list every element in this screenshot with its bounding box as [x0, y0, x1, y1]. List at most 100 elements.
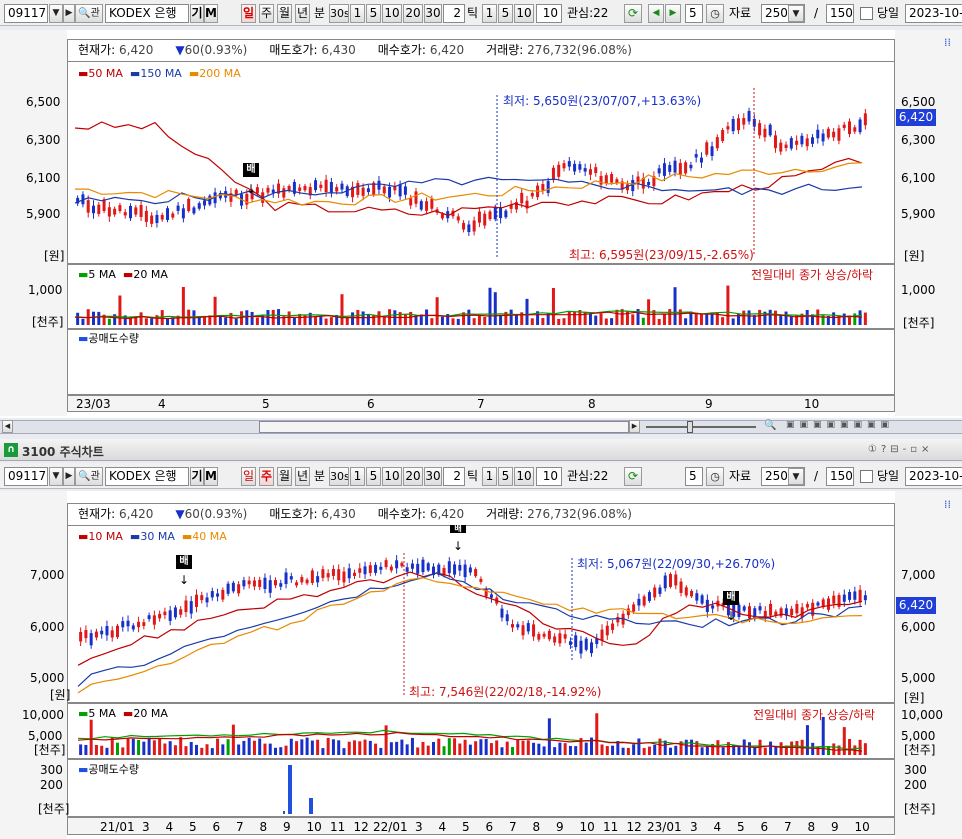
- volume-bar: [526, 740, 530, 755]
- candle-body: [84, 630, 88, 639]
- bottom-buy-mark-3: 배: [723, 591, 739, 605]
- candle-body: [184, 600, 188, 613]
- candle-body: [168, 610, 172, 621]
- volume-bar: [195, 744, 198, 755]
- volume-bar: [152, 740, 156, 755]
- volume-bar: [489, 743, 493, 755]
- volume-bar: [189, 742, 193, 755]
- volume-bar: [690, 739, 694, 755]
- bottom-unit-right: [원]: [904, 691, 925, 705]
- candle-body: [289, 576, 293, 580]
- volume-bar: [94, 744, 98, 755]
- volume-bar: [484, 738, 488, 755]
- bottom-ytick-left-1: 6,000: [30, 620, 65, 634]
- candle-body: [611, 623, 615, 630]
- volume-bar: [632, 744, 636, 755]
- volume-bar: [574, 746, 578, 755]
- volume-bar: [827, 746, 830, 755]
- candle-body: [647, 592, 651, 601]
- candle-body: [326, 573, 330, 578]
- x-tick-label: 12: [626, 820, 642, 834]
- candle-body: [337, 569, 341, 581]
- volume-bar: [532, 742, 536, 755]
- volume-bar: [205, 744, 209, 755]
- bottom-ytick-right-1: 6,000: [901, 620, 936, 634]
- candle-body: [410, 563, 414, 569]
- volume-bar: [410, 737, 414, 755]
- volume-bar: [721, 747, 725, 755]
- volume-bar: [216, 738, 220, 755]
- volume-bar: [368, 740, 372, 755]
- volume-bar: [442, 746, 446, 755]
- volume-bar: [147, 737, 151, 755]
- volume-bar: [158, 738, 162, 755]
- candle-body: [590, 642, 593, 654]
- volume-bar: [432, 741, 435, 755]
- short-sell-bar: [283, 811, 285, 814]
- candle-body: [147, 615, 151, 620]
- volume-bar: [437, 738, 441, 755]
- candle-body: [600, 629, 604, 641]
- volume-bar: [295, 741, 299, 755]
- volume-bar: [842, 727, 846, 755]
- volume-bar: [289, 738, 293, 755]
- volume-bar: [832, 743, 836, 755]
- candle-body: [553, 636, 557, 643]
- legend-ma40: ▬40 MA: [181, 530, 227, 543]
- bottom-ytick-right-2: 5,000: [901, 671, 936, 685]
- volume-bar: [479, 739, 483, 755]
- candle-body: [210, 591, 214, 598]
- volume-bar: [742, 739, 746, 755]
- candle-body: [89, 633, 93, 646]
- x-tick-label: 9: [831, 820, 839, 834]
- volume-bar: [316, 739, 320, 755]
- candle-body: [816, 602, 820, 606]
- candle-body: [463, 564, 467, 578]
- volume-bar: [131, 738, 135, 755]
- candle-body: [468, 567, 472, 573]
- candle-body: [110, 630, 114, 638]
- candle-body: [258, 579, 262, 587]
- volume-bar: [258, 738, 262, 755]
- candle-body: [79, 631, 83, 642]
- candle-body: [500, 608, 504, 618]
- volume-bar: [511, 747, 514, 755]
- volume-bar: [805, 725, 809, 755]
- volume-bar: [505, 741, 509, 755]
- x-tick-label: 6: [485, 820, 494, 834]
- candle-body: [426, 563, 430, 571]
- volume-bar: [137, 739, 141, 755]
- volume-bar: [105, 747, 109, 755]
- candle-body: [505, 614, 509, 622]
- candle-body: [400, 562, 404, 567]
- candle-body: [626, 608, 630, 616]
- candle-body: [858, 589, 862, 603]
- vol-legend-20ma-2: ▬20 MA: [122, 707, 168, 720]
- candle-body: [221, 589, 225, 600]
- volume-bar: [626, 747, 630, 755]
- volume-bar: [126, 738, 130, 755]
- volume-bar: [400, 739, 404, 755]
- candle-body: [379, 566, 383, 570]
- candle-body: [637, 598, 641, 606]
- volume-bar: [863, 743, 867, 755]
- candle-body: [342, 571, 346, 583]
- candle-body: [663, 575, 667, 589]
- candle-body: [769, 603, 773, 616]
- candle-body: [658, 587, 662, 594]
- bottom-buy-mark-1: 배: [176, 555, 192, 569]
- bottom-vol-legend: ▬5 MA ▬20 MA: [78, 707, 168, 721]
- volume-bar: [779, 742, 783, 755]
- candle-body: [421, 559, 425, 573]
- volume-bar: [89, 719, 93, 755]
- candle-body: [511, 624, 514, 628]
- volume-bar: [553, 747, 557, 755]
- volume-bar: [116, 742, 119, 755]
- bottom-vol-unit-left: [천주]: [34, 743, 66, 757]
- candle-body: [226, 583, 230, 594]
- volume-bar: [600, 744, 604, 755]
- volume-bar: [748, 742, 751, 755]
- candle-body: [216, 593, 220, 597]
- volume-bar: [647, 746, 651, 755]
- volume-bar: [658, 738, 662, 755]
